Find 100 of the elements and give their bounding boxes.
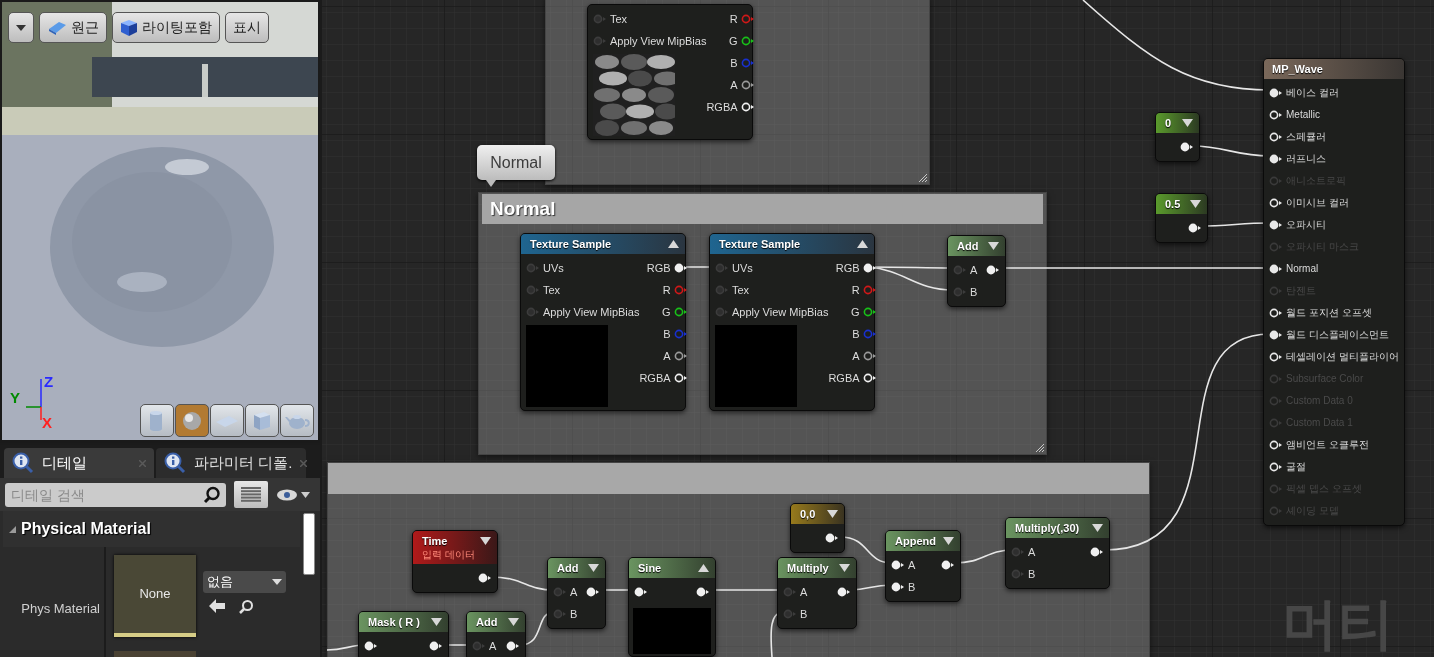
pin-icon[interactable]	[986, 265, 1000, 275]
caret-icon[interactable]	[1182, 119, 1193, 127]
preview-shape-button[interactable]	[175, 404, 209, 437]
pin-icon[interactable]	[1269, 220, 1283, 230]
pin-icon[interactable]	[1180, 142, 1194, 152]
resize-grip-icon[interactable]	[1034, 442, 1044, 452]
pin-icon[interactable]	[1188, 223, 1202, 233]
pin-icon[interactable]	[1269, 198, 1283, 208]
preview-shape-button[interactable]	[210, 404, 244, 437]
node-title: Time	[422, 534, 449, 548]
expander-icon[interactable]	[9, 525, 16, 533]
axis-label: Z	[44, 374, 54, 389]
pin-icon[interactable]	[891, 582, 905, 592]
pin-icon[interactable]	[634, 587, 648, 597]
graph-node[interactable]: 0.5	[1155, 193, 1208, 243]
pin-icon[interactable]	[673, 307, 688, 317]
pin-icon[interactable]	[862, 307, 877, 317]
comment-bubble[interactable]: Normal	[477, 145, 555, 180]
caret-icon[interactable]	[1092, 524, 1103, 532]
pin-icon[interactable]	[586, 587, 600, 597]
viewport-menu-button[interactable]	[8, 12, 34, 43]
panel-tab[interactable]: 파라미터 디폴.	[156, 448, 306, 478]
scrollbar-thumb[interactable]	[303, 513, 315, 575]
caret-icon[interactable]	[431, 618, 442, 626]
pin-label: B	[663, 328, 671, 340]
caret-icon[interactable]	[857, 240, 868, 248]
pin-icon[interactable]	[1269, 132, 1283, 142]
asset-dropdown[interactable]: 없음	[203, 571, 286, 593]
search-field[interactable]: 디테일 검색	[5, 482, 226, 507]
pin-icon[interactable]	[862, 351, 877, 361]
caret-icon[interactable]	[827, 510, 838, 518]
close-icon[interactable]	[300, 459, 308, 467]
pin-icon[interactable]	[364, 641, 378, 651]
pin-label: A	[1028, 546, 1036, 558]
pin-icon[interactable]	[837, 587, 851, 597]
caret-icon[interactable]	[508, 618, 519, 626]
caret-icon[interactable]	[588, 564, 599, 572]
pin-icon[interactable]	[429, 641, 443, 651]
pin-icon[interactable]	[1269, 154, 1283, 164]
graph-node[interactable]: Append A B	[885, 530, 961, 602]
pin-icon[interactable]	[673, 373, 688, 383]
visibility-button[interactable]	[276, 488, 310, 501]
resize-grip-icon[interactable]	[917, 172, 927, 182]
section-header[interactable]: Physical Material	[3, 511, 300, 547]
pin-icon[interactable]	[1269, 352, 1283, 362]
preview-shape-button[interactable]	[140, 404, 174, 437]
pin-icon[interactable]	[506, 641, 520, 651]
pin-icon[interactable]	[891, 560, 905, 570]
caret-icon[interactable]	[480, 537, 491, 545]
caret-icon[interactable]	[668, 240, 679, 248]
graph-node[interactable]: Add A	[466, 611, 526, 657]
caret-icon[interactable]	[943, 537, 954, 545]
graph-node[interactable]: Time 입력 데이터	[412, 530, 498, 593]
sphere-icon	[181, 409, 203, 432]
graph-node[interactable]: Sine	[628, 557, 716, 657]
pin-icon[interactable]	[862, 373, 877, 383]
pin-label: 월드 디스플레이스먼트	[1286, 330, 1389, 340]
pin-icon[interactable]	[825, 533, 839, 543]
caret-icon[interactable]	[988, 242, 999, 250]
pin-icon[interactable]	[1269, 264, 1283, 274]
caret-icon[interactable]	[839, 564, 850, 572]
caret-icon[interactable]	[1190, 200, 1201, 208]
asset-thumbnail[interactable]: None	[114, 555, 196, 637]
pin-icon[interactable]	[740, 36, 755, 46]
viewport-toolbar-button[interactable]: 원근	[39, 12, 107, 43]
graph-node[interactable]: 0,0	[790, 503, 845, 553]
pin-icon[interactable]	[862, 263, 877, 273]
pin-icon[interactable]	[1269, 440, 1283, 450]
pin-icon[interactable]	[696, 587, 710, 597]
pin-label: R	[662, 284, 671, 296]
pin-icon[interactable]	[673, 351, 688, 361]
graph-node[interactable]: Texture Sample UVs Tex Apply View MipBias RGB R G B A RGBA	[709, 233, 875, 411]
pin-icon[interactable]	[1269, 462, 1283, 472]
pin-icon[interactable]	[673, 263, 688, 273]
graph-node[interactable]: Add A B	[547, 557, 606, 629]
pin-icon[interactable]	[1269, 330, 1283, 340]
pin-icon[interactable]	[740, 102, 755, 112]
pin-icon[interactable]	[1090, 547, 1104, 557]
preview-shape-button[interactable]	[245, 404, 279, 437]
preview-shape-button[interactable]	[280, 404, 314, 437]
search-icon[interactable]	[238, 599, 254, 615]
caret-icon[interactable]	[698, 564, 709, 572]
pin-icon[interactable]	[740, 80, 755, 90]
graph-node[interactable]: Add A B	[947, 235, 1006, 307]
arrow-left-icon[interactable]	[209, 599, 225, 613]
graph-node[interactable]: Multiply(,30) A B	[1005, 517, 1110, 589]
graph-node[interactable]: Texture Sample UVs Tex Apply View MipBias RGB R G B A RGBA	[520, 233, 686, 411]
pin-icon[interactable]	[1269, 308, 1283, 318]
viewport-toolbar-button[interactable]: 표시	[225, 12, 269, 43]
pin-icon[interactable]	[1269, 110, 1283, 120]
pin-icon[interactable]	[478, 573, 492, 583]
pin-icon[interactable]	[941, 560, 955, 570]
view-options-button[interactable]	[234, 481, 268, 508]
pin-icon[interactable]	[1269, 88, 1283, 98]
panel-tab[interactable]: 디테일	[4, 448, 154, 478]
graph-node[interactable]: Mask ( R )	[358, 611, 449, 657]
graph-node[interactable]: 0	[1155, 112, 1200, 162]
viewport-toolbar-button[interactable]: 라이팅포함	[112, 12, 220, 43]
pin-label: UVs	[732, 262, 753, 274]
graph-node[interactable]: Multiply A B	[777, 557, 857, 629]
